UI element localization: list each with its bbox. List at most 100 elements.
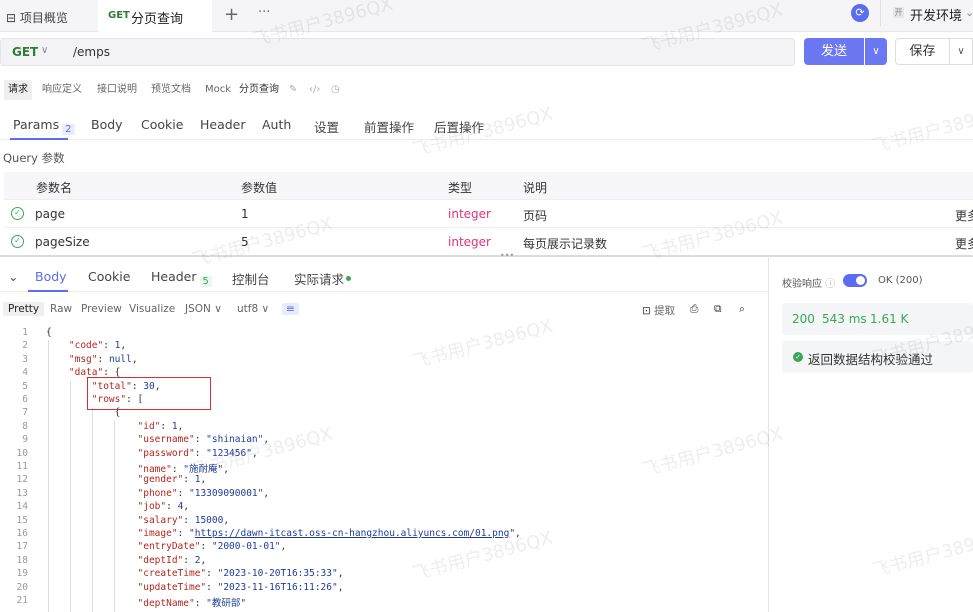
schema-check-result: ✓ 返回数据结构校验通过 — [782, 341, 973, 373]
param-desc[interactable]: 每页展示记录数 — [523, 235, 607, 252]
mode-preview[interactable]: Preview — [81, 303, 122, 315]
check-icon[interactable]: ✓ — [11, 235, 24, 248]
subtab-request[interactable]: 请求 — [4, 80, 32, 100]
tab-method-badge: GET — [108, 10, 130, 21]
col-header-name: 参数名 — [36, 181, 73, 195]
more-tabs-icon[interactable]: ··· — [258, 5, 270, 20]
resp-tab-console[interactable]: 控制台 — [232, 269, 270, 288]
extract-button[interactable]: ⊡ 提取 — [642, 303, 675, 318]
sync-icon[interactable]: ⟳ — [851, 4, 869, 22]
code-icon[interactable]: ‹/› — [309, 80, 320, 100]
validate-toggle[interactable] — [843, 274, 867, 287]
save-file-icon[interactable]: ⎙ — [690, 303, 698, 316]
indent-guide — [114, 421, 115, 612]
request-url-bar[interactable]: GET ∨ /emps — [0, 38, 795, 66]
tab-settings[interactable]: 设置 — [314, 117, 339, 136]
url-input[interactable]: /emps — [73, 45, 110, 59]
response-json-viewer[interactable]: 1{2 "code": 1, 3 "msg": null, 4 "data": {5… — [0, 327, 768, 612]
line-number: 7 — [22, 407, 28, 419]
search-icon[interactable]: ⌕ — [739, 303, 745, 316]
tab-params[interactable]: Params 2 — [13, 117, 75, 135]
send-dropdown-chevron-icon[interactable]: ∨ — [865, 38, 887, 65]
env-name: 开发环境 — [910, 9, 963, 24]
tab-paged-query[interactable]: GET 分页查询 — [98, 0, 212, 32]
wrap-lines-icon[interactable]: ≡ — [282, 303, 299, 315]
active-tab-underline — [28, 290, 68, 292]
line-number: 2 — [22, 340, 28, 352]
line-number: 9 — [22, 434, 28, 446]
subtab-preview-doc[interactable]: 预览文档 — [151, 80, 191, 100]
encoding-select[interactable]: utf8 ∨ — [237, 303, 269, 315]
param-type[interactable]: integer — [448, 207, 491, 221]
save-button[interactable]: 保存 — [895, 38, 950, 65]
line-number: 21 — [16, 595, 28, 606]
code-line: "username": "shinaian", — [137, 434, 270, 446]
subtab-api-doc[interactable]: 接口说明 — [97, 80, 137, 100]
table-row[interactable]: ✓ page 1 integer 页码 更多 — [4, 200, 973, 228]
status-dot-icon — [346, 276, 352, 281]
param-more[interactable]: 更多 — [955, 235, 973, 252]
param-name[interactable]: pageSize — [35, 235, 90, 249]
resp-tab-header[interactable]: Header 5 — [151, 269, 212, 287]
line-number: 17 — [16, 541, 28, 553]
history-icon[interactable]: ◷ — [331, 80, 340, 100]
response-time: 543 ms — [822, 312, 867, 326]
chevron-down-icon: ∨ — [41, 45, 49, 56]
line-number: 12 — [16, 474, 28, 486]
table-row[interactable]: ✓ pageSize 5 integer 每页展示记录数 更多 — [4, 228, 973, 256]
code-line: { — [46, 327, 52, 338]
tab-body[interactable]: Body — [91, 117, 123, 132]
tab-pre-ops[interactable]: 前置操作 — [364, 117, 414, 136]
code-line: "entryDate": "2000-01-01", — [137, 541, 287, 553]
indent-guide — [48, 340, 49, 612]
line-number: 10 — [16, 447, 28, 459]
tab-auth[interactable]: Auth — [262, 117, 291, 132]
collapse-chevron-icon[interactable]: ⌄ — [8, 269, 18, 284]
tab-project-overview[interactable]: ⊟ 项目概览 — [6, 9, 68, 26]
col-header-type: 类型 — [448, 181, 473, 195]
col-header-desc: 说明 — [523, 181, 548, 195]
tab-header[interactable]: Header — [200, 117, 246, 132]
mode-pretty[interactable]: Pretty — [3, 302, 45, 316]
tab-cookie[interactable]: Cookie — [141, 117, 183, 132]
status-code: 200 — [792, 312, 815, 326]
response-size: 1.61 K — [870, 312, 909, 326]
copy-icon[interactable]: ⧉ — [714, 303, 722, 316]
code-line: "image": "https://dawn-itcast.oss-cn-han… — [137, 528, 521, 539]
send-button[interactable]: 发送 — [804, 38, 864, 65]
param-type[interactable]: integer — [448, 235, 491, 249]
code-line: "salary": 15000, — [137, 514, 230, 526]
subtab-api-name[interactable]: 分页查询 — [239, 80, 279, 100]
resp-tab-cookie[interactable]: Cookie — [88, 269, 130, 284]
code-line: "phone": "13309090001", — [137, 487, 270, 499]
indent-guide — [70, 381, 71, 612]
line-number: 19 — [16, 568, 28, 580]
validate-response-label: 校验响应 ⓘ — [782, 279, 836, 290]
code-line: "deptName": "教研部" — [137, 598, 247, 609]
drag-handle-icon[interactable]: ••• — [500, 251, 514, 260]
param-more[interactable]: 更多 — [955, 207, 973, 224]
method-select[interactable]: GET — [12, 45, 38, 59]
param-name[interactable]: page — [35, 207, 65, 221]
new-tab-plus-icon[interactable]: + — [224, 4, 239, 25]
panel-splitter[interactable] — [0, 255, 973, 257]
response-status-text: OK (200) — [878, 275, 923, 286]
format-select[interactable]: JSON ∨ — [185, 303, 222, 315]
save-dropdown-chevron-icon[interactable]: ∨ — [950, 38, 973, 65]
param-value[interactable]: 5 — [241, 235, 249, 249]
param-value[interactable]: 1 — [241, 207, 249, 221]
resp-tab-body[interactable]: Body — [35, 269, 67, 284]
subtab-mock[interactable]: Mock — [205, 80, 231, 100]
help-icon[interactable]: ⓘ — [825, 279, 835, 290]
edit-icon[interactable]: ✎ — [289, 80, 297, 100]
subtab-response-def[interactable]: 响应定义 — [42, 80, 82, 100]
check-icon[interactable]: ✓ — [11, 207, 24, 220]
environment-selector[interactable]: 开 开发环境 ⌄ — [880, 0, 973, 26]
line-number: 6 — [22, 394, 28, 405]
resp-tab-actual-request[interactable]: 实际请求 — [294, 269, 352, 288]
mode-visualize[interactable]: Visualize — [129, 303, 175, 315]
code-line: "createTime": "2023-10-20T16:35:33", — [137, 568, 344, 580]
param-desc[interactable]: 页码 — [523, 207, 547, 224]
tab-post-ops[interactable]: 后置操作 — [434, 117, 484, 136]
mode-raw[interactable]: Raw — [50, 303, 72, 315]
